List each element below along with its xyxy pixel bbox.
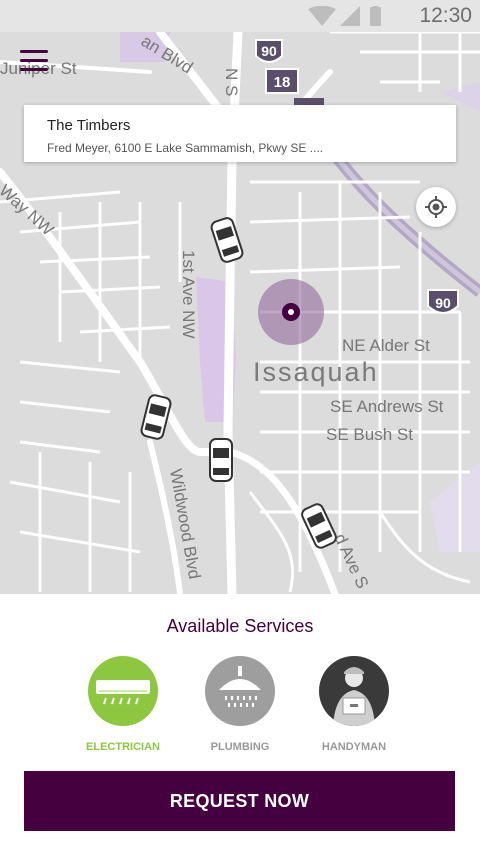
street-label-alder: NE Alder St bbox=[342, 336, 430, 355]
request-now-button[interactable]: REQUEST NOW bbox=[24, 771, 455, 831]
shield-route-18: 18 bbox=[274, 74, 291, 91]
handyman-icon bbox=[319, 656, 389, 726]
street-label-wildwood: Wildwood Blvd bbox=[166, 467, 204, 580]
location-address: Fred Meyer, 6100 E Lake Sammamish, Pkwy … bbox=[47, 141, 324, 155]
street-label-andrews: SE Andrews St bbox=[330, 397, 444, 416]
crosshair-icon bbox=[425, 196, 447, 218]
pickup-location-card[interactable]: The Timbers Fred Meyer, 6100 E Lake Samm… bbox=[24, 105, 456, 162]
street-label-1st-ave: 1st Ave NW bbox=[179, 250, 198, 339]
vehicle-icon bbox=[301, 503, 337, 549]
hamburger-icon bbox=[20, 50, 48, 53]
shield-i90-top: 90 bbox=[261, 43, 277, 59]
vehicle-icon bbox=[209, 438, 233, 482]
vehicle-icon bbox=[140, 394, 172, 440]
menu-button[interactable] bbox=[20, 50, 54, 76]
status-icons bbox=[308, 6, 381, 26]
signal-icon bbox=[340, 6, 360, 26]
service-label: PLUMBING bbox=[210, 741, 270, 753]
services-heading: Available Services bbox=[166, 616, 314, 636]
my-location-button[interactable] bbox=[416, 187, 456, 227]
service-label: HANDYMAN bbox=[321, 741, 387, 753]
vehicle-icon bbox=[210, 217, 244, 263]
shower-icon bbox=[205, 656, 275, 726]
service-label: ELECTRICIAN bbox=[86, 741, 160, 753]
shield-i90-right: 90 bbox=[435, 295, 451, 311]
service-plumbing[interactable]: PLUMBING bbox=[185, 656, 295, 766]
status-bar: 12:30 bbox=[0, 0, 480, 32]
status-time: 12:30 bbox=[419, 4, 472, 27]
wifi-icon bbox=[308, 6, 336, 26]
service-handyman[interactable]: HANDYMAN bbox=[299, 656, 409, 766]
street-label-ave: d Ave S bbox=[330, 531, 372, 592]
location-title: The Timbers bbox=[47, 117, 131, 134]
service-electrician[interactable]: ELECTRICIAN bbox=[68, 656, 178, 766]
street-label-nst: N S bbox=[222, 68, 241, 96]
location-marker bbox=[258, 279, 324, 345]
city-label: Issaquah bbox=[253, 357, 379, 387]
electrician-icon bbox=[88, 656, 158, 726]
street-label-bush: SE Bush St bbox=[326, 425, 413, 444]
battery-icon bbox=[370, 7, 381, 26]
